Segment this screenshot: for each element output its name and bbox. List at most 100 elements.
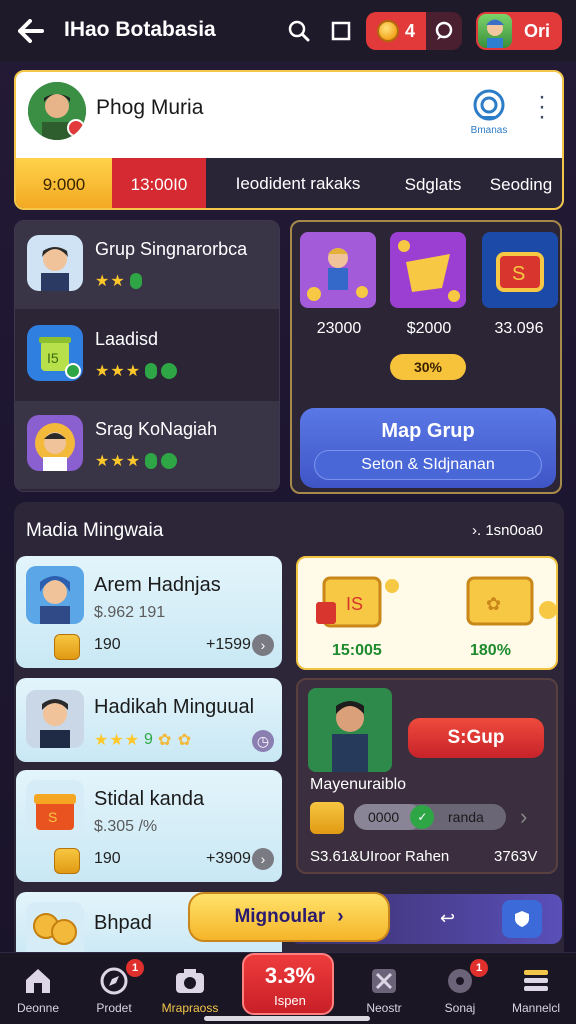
card-price: $.962 191: [94, 604, 166, 621]
list-item[interactable]: I5 Laadisd ★★★: [15, 311, 279, 399]
svg-text:✿: ✿: [486, 594, 501, 614]
svg-text:I5: I5: [47, 350, 59, 366]
svg-text:S: S: [48, 809, 57, 825]
user-button[interactable]: Ori: [476, 12, 562, 50]
hero-card[interactable]: S:Gup Mayenuraiblo 0000 ✓ randa › S3.61&…: [296, 678, 558, 874]
nav-center-label: Ispen: [274, 993, 306, 1008]
avatar: [26, 566, 84, 624]
card-delta: +1599: [206, 636, 251, 653]
list-item[interactable]: Grup Singnarorbca ★★: [15, 221, 279, 309]
list-item[interactable]: Srag KoNagiah ★★★: [15, 401, 279, 489]
rating-stars: ★★★: [95, 361, 178, 381]
section-see-all[interactable]: ›. 1sn0oa0: [472, 522, 543, 539]
card-price: $.305 /%: [94, 818, 158, 835]
card-title: Stidal kanda: [94, 788, 205, 810]
chevron-right-icon[interactable]: ›: [520, 804, 527, 830]
game-avatar-icon: [27, 235, 83, 291]
promo-right-value: 180%: [470, 642, 511, 659]
map-grup-button[interactable]: Map Grup Seton & SIdjnanan: [300, 408, 556, 488]
hero-footer-right: 3763V: [494, 848, 538, 865]
avatar: [478, 14, 512, 48]
chevron-right-icon[interactable]: ›: [252, 634, 274, 656]
menu-icon: [518, 963, 554, 999]
square-icon[interactable]: [326, 16, 356, 46]
top-bar: IHao Botabasia 4 Ori: [0, 0, 576, 62]
nav-mrapraoss[interactable]: Mrapraoss: [154, 953, 226, 1024]
card-title: Arem Hadnjas: [94, 574, 221, 596]
card-title: Bhpad: [94, 912, 152, 934]
list-item[interactable]: Hadikah Minguual ★★★ 9 ✿ ✿ ◷: [16, 678, 282, 762]
nav-neostr[interactable]: Neostr: [348, 953, 420, 1024]
section-title: Madia Mingwaia: [26, 520, 164, 541]
chevron-right-icon[interactable]: ›: [252, 848, 274, 870]
camera-icon: [172, 963, 208, 999]
price-label: 33.096: [494, 320, 544, 337]
search-icon[interactable]: [284, 16, 314, 46]
game-thumbnail-chest-icon[interactable]: S: [482, 232, 558, 308]
profile-card: Phog Muria Bmanas · · · 9:000 13:00I0 Ieod…: [14, 70, 564, 210]
trash-can-icon: I5: [27, 325, 83, 381]
profile-tabs: 9:000 13:00I0 Ieodident rakaks Sdglats S…: [16, 158, 562, 208]
chat-icon[interactable]: [426, 21, 462, 41]
chest-icon: [54, 634, 80, 660]
arrow-left-icon[interactable]: [14, 14, 48, 48]
price-label: $2000: [406, 320, 452, 337]
home-icon: [20, 963, 56, 999]
tab-5[interactable]: Seoding: [476, 158, 562, 208]
tab-4[interactable]: Sdglats: [390, 158, 476, 208]
tab-3[interactable]: Ieodident rakaks: [206, 158, 390, 208]
nav-label: Deonne: [16, 1001, 60, 1015]
gold-ticket-icon: ✿: [466, 576, 556, 626]
game-list: Grup Singnarorbca ★★ I5 Laadisd ★★★ Srag…: [14, 220, 280, 492]
coin-balance[interactable]: 4: [366, 12, 462, 50]
gold-card-icon: IS: [316, 576, 399, 628]
bottom-nav: Deonne 1 Prodet Mrapraoss 3.3% Ispen Neo…: [0, 952, 576, 1024]
map-grup-title: Map Grup: [381, 420, 475, 442]
svg-text:S: S: [512, 263, 525, 285]
game-thumbnail-gold-icon[interactable]: [390, 232, 466, 308]
avatar: [26, 690, 84, 748]
list-item[interactable]: S Stidal kanda $.305 /% 190 +3909 ›: [16, 770, 282, 882]
nav-center-button[interactable]: 3.3% Ispen: [242, 953, 334, 1015]
percent-badge: 30%: [390, 354, 466, 380]
nav-sonaj[interactable]: 1 Sonaj: [424, 953, 496, 1024]
hero-footer-left: S3.61&UIroor Rahen: [310, 848, 450, 865]
game-thumbnail-hero-icon[interactable]: [300, 232, 376, 308]
shield-icon[interactable]: [502, 900, 542, 938]
check-icon: ✓: [410, 805, 435, 829]
card-count: 190: [94, 850, 121, 867]
coin-icon: [376, 20, 399, 42]
sword-icon: [366, 963, 402, 999]
nav-label: Mannelcl: [511, 1001, 561, 1015]
sgup-button[interactable]: S:Gup: [408, 718, 544, 758]
tab-2[interactable]: 13:00I0: [112, 158, 206, 208]
nav-label: Sonaj: [444, 1001, 476, 1015]
card-title: Hadikah Minguual: [94, 696, 255, 718]
brand-logo: Bmanas: [466, 88, 512, 140]
featured-panel: S 23000 $2000 33.096 30% Map Grup Seton …: [290, 220, 562, 494]
avatar[interactable]: [28, 82, 86, 140]
card-count: 190: [94, 636, 121, 653]
card-delta: +3909: [206, 850, 251, 867]
nav-home[interactable]: Deonne: [2, 953, 74, 1024]
mignoular-button[interactable]: Mignoular ›: [188, 892, 390, 942]
promo-left-value: 15:005: [332, 642, 382, 659]
more-vertical-icon[interactable]: · · ·: [536, 85, 548, 129]
price-label: 23000: [316, 320, 362, 337]
map-grup-subtitle[interactable]: Seton & SIdjnanan: [314, 450, 542, 480]
clock-icon[interactable]: ◷: [252, 730, 274, 752]
tab-1[interactable]: 9:000: [16, 158, 112, 208]
promo-card[interactable]: IS ✿ 15:005 180%: [296, 556, 558, 670]
gift-chest-icon: S: [26, 780, 84, 838]
nav-center-value: 3.3%: [264, 963, 316, 988]
link-icon: ↩: [440, 908, 456, 928]
rating-stars: ★★: [95, 271, 142, 291]
game-name: Laadisd: [95, 329, 159, 349]
nav-mannelcl[interactable]: Mannelcl: [500, 953, 572, 1024]
game-name: Grup Singnarorbca: [95, 239, 248, 259]
list-item[interactable]: Arem Hadnjas $.962 191 190 +1599 ›: [16, 556, 282, 668]
progress-label: randa: [448, 809, 484, 825]
nav-prodet[interactable]: 1 Prodet: [78, 953, 150, 1024]
profile-name: Phog Muria: [96, 96, 204, 119]
notification-badge: 1: [126, 959, 144, 977]
